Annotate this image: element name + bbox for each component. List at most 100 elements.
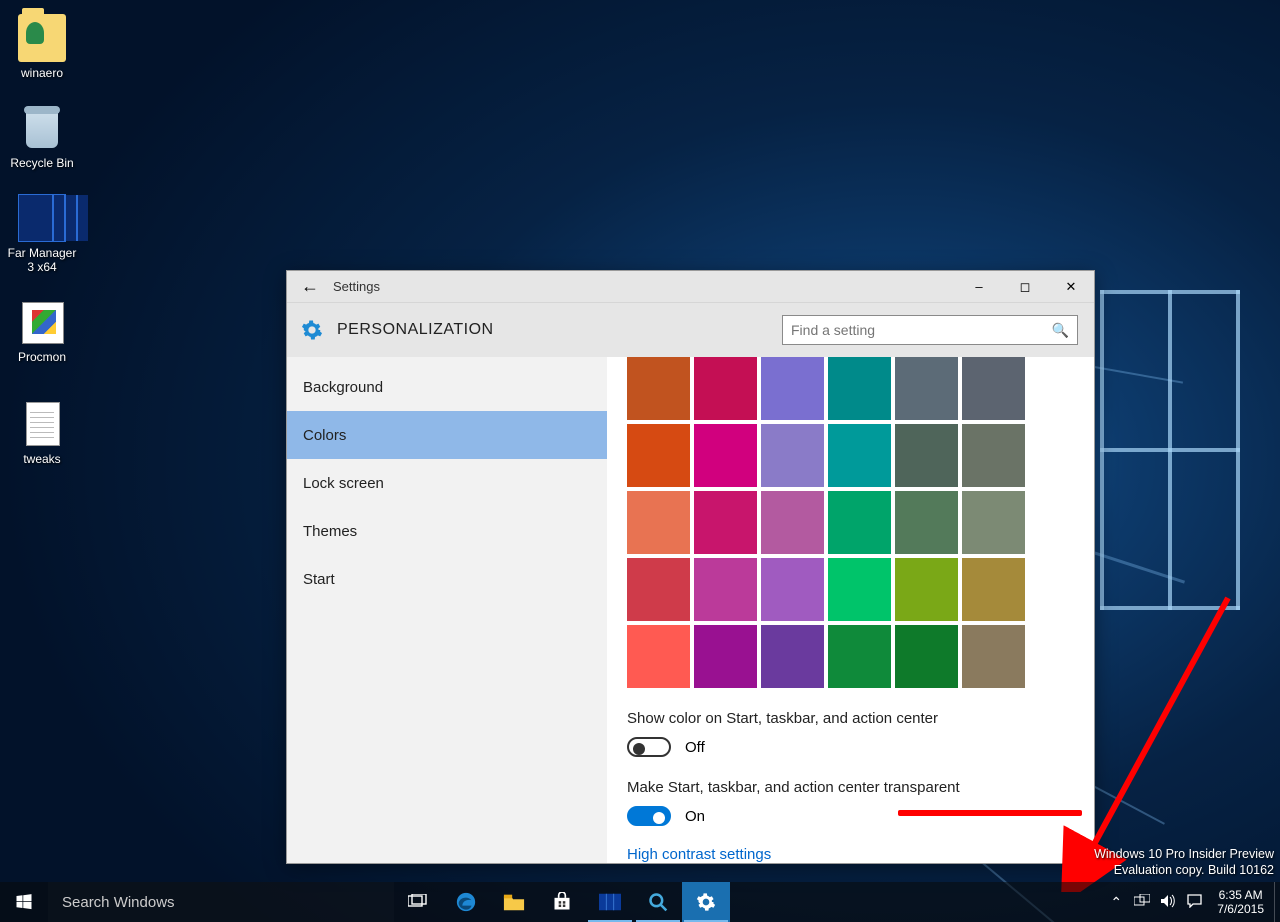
color-swatch[interactable] <box>694 625 757 688</box>
toggle-transparent[interactable] <box>627 806 671 826</box>
color-swatch[interactable] <box>627 424 690 487</box>
desktop-icon-far-manager[interactable]: Far Manager 3 x64 <box>4 194 80 274</box>
color-swatch[interactable] <box>828 357 891 420</box>
desktop-icon-tweaks[interactable]: tweaks <box>4 400 80 466</box>
color-swatch[interactable] <box>761 424 824 487</box>
link-high-contrast[interactable]: High contrast settings <box>627 846 771 863</box>
taskbar-pinned-apps <box>442 882 730 922</box>
tray-action-center-icon[interactable] <box>1181 894 1207 911</box>
color-swatch[interactable] <box>962 357 1025 420</box>
option-transparent-label: Make Start, taskbar, and action center t… <box>627 779 1074 796</box>
titlebar[interactable]: ← Settings – ◻ ✕ <box>287 271 1094 303</box>
store-icon <box>552 892 572 912</box>
color-swatch[interactable] <box>828 625 891 688</box>
icon-label: Recycle Bin <box>4 156 80 170</box>
taskbar-clock[interactable]: 6:35 AM 7/6/2015 <box>1207 888 1274 916</box>
icon-label: Far Manager 3 x64 <box>4 246 80 274</box>
icon-label: tweaks <box>4 452 80 466</box>
sidebar-item-label: Background <box>303 379 383 396</box>
system-tray: ⌃ 6:35 AM 7/6/2015 <box>1103 882 1280 922</box>
sidebar-item-label: Colors <box>303 427 346 444</box>
color-swatch[interactable] <box>627 558 690 621</box>
taskbar-app-store[interactable] <box>538 882 586 922</box>
maximize-button[interactable]: ◻ <box>1002 271 1048 303</box>
gear-icon <box>696 892 716 912</box>
windows-logo-icon <box>15 893 33 911</box>
icon-label: Procmon <box>4 350 80 364</box>
watermark-line2: Evaluation copy. Build 10162 <box>1094 862 1274 878</box>
taskbar-app-procmon[interactable] <box>634 882 682 922</box>
taskbar-app-explorer[interactable] <box>490 882 538 922</box>
show-desktop-button[interactable] <box>1274 882 1280 922</box>
color-swatch[interactable] <box>895 491 958 554</box>
color-swatch-grid <box>627 357 1074 688</box>
color-swatch[interactable] <box>627 357 690 420</box>
search-icon: 🔍 <box>1052 322 1069 339</box>
search-input[interactable] <box>791 322 1052 338</box>
color-swatch[interactable] <box>694 357 757 420</box>
color-swatch[interactable] <box>828 491 891 554</box>
back-button[interactable]: ← <box>287 276 333 297</box>
color-swatch[interactable] <box>962 558 1025 621</box>
color-swatch[interactable] <box>828 424 891 487</box>
sidebar-item-colors[interactable]: Colors <box>287 411 607 459</box>
sidebar-item-label: Themes <box>303 523 357 540</box>
procmon-icon <box>18 298 66 346</box>
search-box[interactable]: 🔍 <box>782 315 1078 345</box>
color-swatch[interactable] <box>895 424 958 487</box>
start-button[interactable] <box>0 882 48 922</box>
toggle-show-color[interactable] <box>627 737 671 757</box>
folder-icon <box>503 892 525 912</box>
task-view-icon <box>408 894 428 910</box>
speaker-icon <box>1160 894 1176 908</box>
taskbar-app-settings[interactable] <box>682 882 730 922</box>
color-swatch[interactable] <box>962 424 1025 487</box>
taskbar-app-edge[interactable] <box>442 882 490 922</box>
color-swatch[interactable] <box>627 491 690 554</box>
close-button[interactable]: ✕ <box>1048 271 1094 303</box>
color-swatch[interactable] <box>895 625 958 688</box>
annotation-underline <box>898 810 1082 816</box>
sidebar-item-themes[interactable]: Themes <box>287 507 607 555</box>
tray-volume-icon[interactable] <box>1155 894 1181 911</box>
edge-icon <box>455 891 477 913</box>
color-swatch[interactable] <box>962 491 1025 554</box>
color-swatch[interactable] <box>627 625 690 688</box>
settings-window: ← Settings – ◻ ✕ PERSONALIZATION 🔍 Backg… <box>286 270 1095 864</box>
desktop-icon-winaero[interactable]: winaero <box>4 14 80 80</box>
color-swatch[interactable] <box>761 558 824 621</box>
content-pane: Show color on Start, taskbar, and action… <box>607 357 1094 863</box>
color-swatch[interactable] <box>828 558 891 621</box>
color-swatch[interactable] <box>761 491 824 554</box>
color-swatch[interactable] <box>694 558 757 621</box>
color-swatch[interactable] <box>694 491 757 554</box>
taskbar-app-far-manager[interactable] <box>586 882 634 922</box>
watermark: Windows 10 Pro Insider Preview Evaluatio… <box>1094 846 1274 878</box>
tray-network-icon[interactable] <box>1129 894 1155 911</box>
sidebar-item-lock-screen[interactable]: Lock screen <box>287 459 607 507</box>
tray-overflow-button[interactable]: ⌃ <box>1103 894 1129 911</box>
color-swatch[interactable] <box>895 357 958 420</box>
minimize-button[interactable]: – <box>956 271 1002 303</box>
taskbar-search[interactable]: Search Windows <box>48 882 394 922</box>
color-swatch[interactable] <box>761 357 824 420</box>
desktop-icon-procmon[interactable]: Procmon <box>4 298 80 364</box>
watermark-line1: Windows 10 Pro Insider Preview <box>1094 846 1274 862</box>
header-title: PERSONALIZATION <box>337 321 494 339</box>
taskbar-search-placeholder: Search Windows <box>62 894 175 911</box>
notification-icon <box>1187 894 1202 908</box>
sidebar-item-label: Start <box>303 571 335 588</box>
sidebar-item-label: Lock screen <box>303 475 384 492</box>
sidebar-item-start[interactable]: Start <box>287 555 607 603</box>
procmon-icon <box>648 892 668 912</box>
task-view-button[interactable] <box>394 882 442 922</box>
icon-label: winaero <box>4 66 80 80</box>
color-swatch[interactable] <box>694 424 757 487</box>
desktop-icon-recycle-bin[interactable]: Recycle Bin <box>4 104 80 170</box>
color-swatch[interactable] <box>761 625 824 688</box>
sidebar-item-background[interactable]: Background <box>287 363 607 411</box>
color-swatch[interactable] <box>962 625 1025 688</box>
folder-icon <box>18 14 66 62</box>
color-swatch[interactable] <box>895 558 958 621</box>
desktop: winaero Recycle Bin Far Manager 3 x64 Pr… <box>0 0 1280 922</box>
